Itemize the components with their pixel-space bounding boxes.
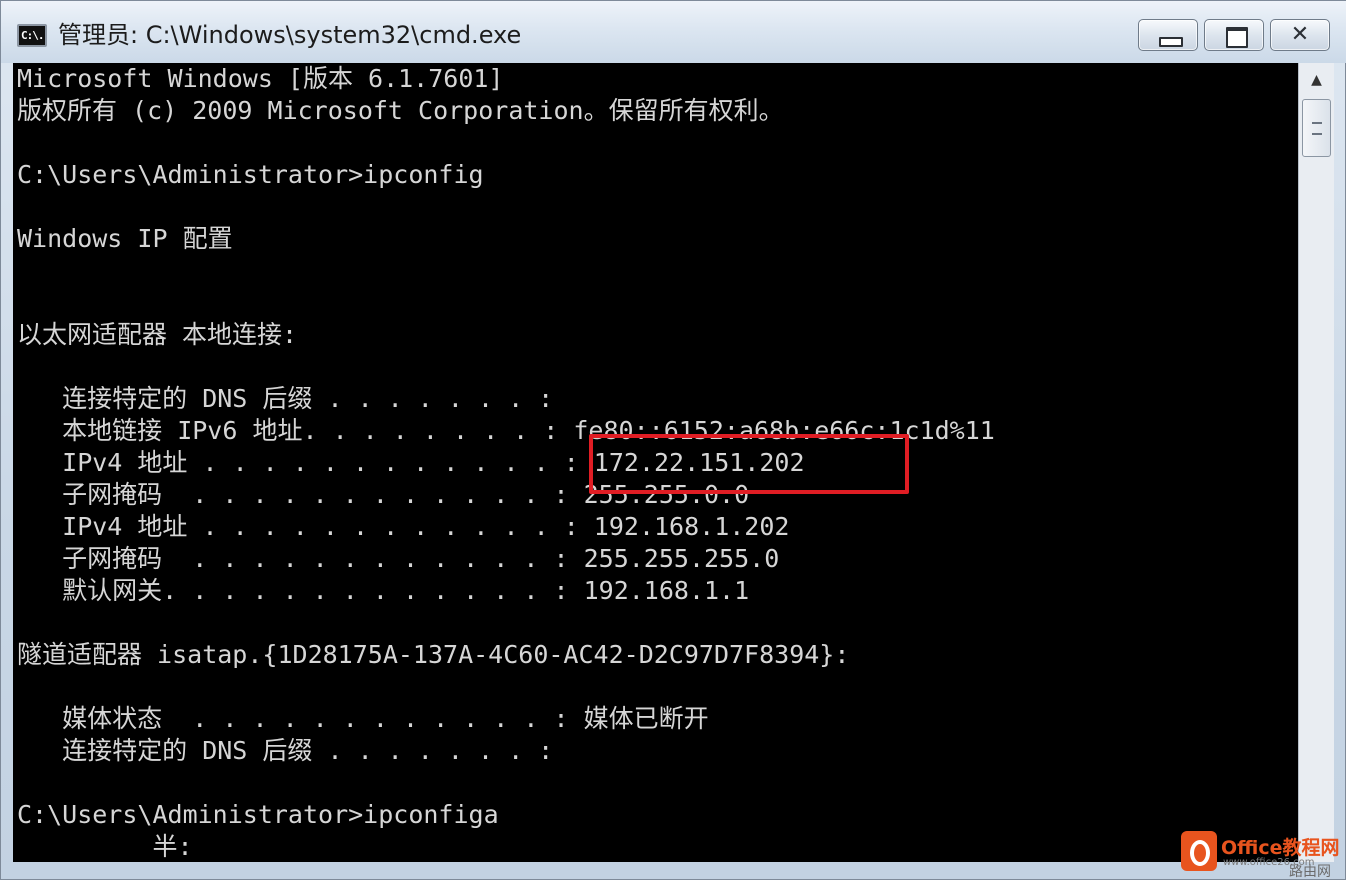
maximize-button[interactable]	[1204, 19, 1264, 51]
watermark: Office教程网 www.office26.com 路由网	[1181, 831, 1343, 880]
console-line: Microsoft Windows [版本 6.1.7601]	[17, 64, 504, 93]
vertical-scrollbar[interactable]: ▲	[1298, 63, 1334, 862]
watermark-brand: Office教程网	[1221, 837, 1340, 859]
console-line: 默认网关. . . . . . . . . . . . . : 192.168.…	[17, 576, 750, 605]
watermark-tail: 路由网	[1289, 864, 1331, 880]
console-line: C:\Users\Administrator>ipconfig	[17, 160, 484, 189]
office-logo-icon	[1181, 831, 1217, 871]
close-button[interactable]: ✕	[1270, 19, 1330, 51]
scroll-thumb[interactable]	[1302, 99, 1331, 157]
console-line: 媒体状态 . . . . . . . . . . . . : 媒体已断开	[17, 704, 709, 733]
console-line: 子网掩码 . . . . . . . . . . . . : 255.255.2…	[17, 544, 780, 573]
cmd-window: C:\. 管理员: C:\Windows\system32\cmd.exe ✕ …	[0, 0, 1346, 880]
ipv4-highlight-box	[589, 434, 909, 494]
title-bar[interactable]: C:\. 管理员: C:\Windows\system32\cmd.exe ✕	[1, 1, 1346, 63]
console-line: 版权所有 (c) 2009 Microsoft Corporation。保留所有…	[17, 96, 784, 125]
console-line: C:\Users\Administrator>ipconfiga	[17, 800, 499, 829]
close-icon: ✕	[1290, 22, 1310, 47]
console-line: Windows IP 配置	[17, 224, 233, 253]
minimize-button[interactable]	[1138, 19, 1198, 51]
cmd-app-icon[interactable]: C:\.	[17, 24, 47, 47]
console-line: IPv4 地址 . . . . . . . . . . . . : 192.16…	[17, 512, 790, 541]
console-line: 隧道适配器 isatap.{1D28175A-137A-4C60-AC42-D2…	[17, 640, 850, 669]
console-line: 连接特定的 DNS 后缀 . . . . . . . :	[17, 384, 554, 413]
console-line: 以太网适配器 本地连接:	[17, 320, 298, 349]
window-title: 管理员: C:\Windows\system32\cmd.exe	[58, 21, 522, 49]
console-area[interactable]: Microsoft Windows [版本 6.1.7601] 版权所有 (c) …	[13, 63, 1298, 862]
console-line: 半:	[17, 832, 193, 861]
scroll-up-arrow-icon[interactable]: ▲	[1301, 65, 1332, 96]
console-line: 连接特定的 DNS 后缀 . . . . . . . :	[17, 736, 554, 765]
